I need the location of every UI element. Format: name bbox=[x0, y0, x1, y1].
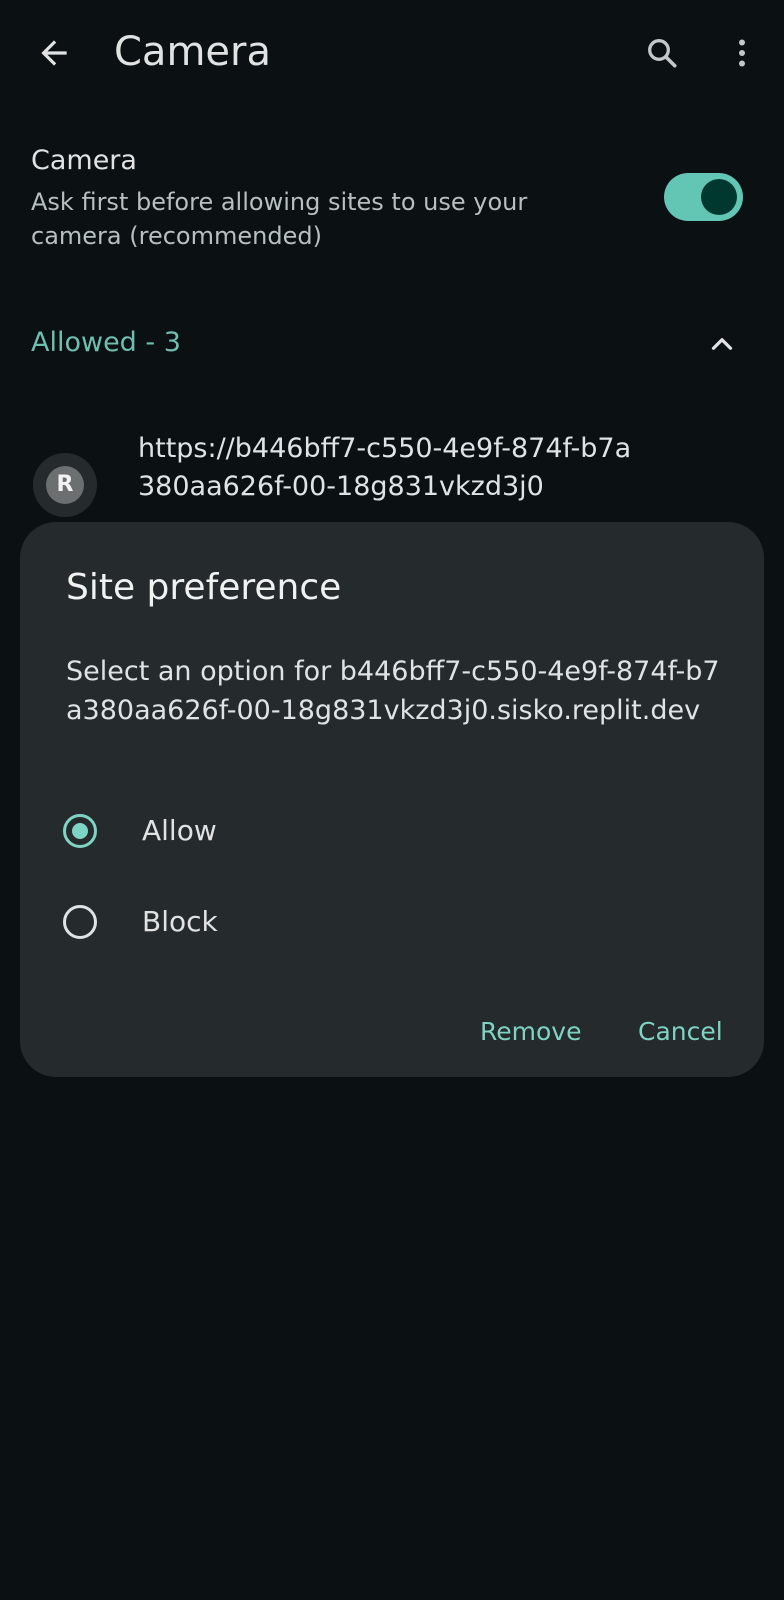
dialog-message: Select an option for b446bff7-c550-4e9f-… bbox=[66, 656, 720, 726]
search-button[interactable] bbox=[634, 25, 690, 81]
site-list-item[interactable]: R https://b446bff7-c550-4e9f-874f-b7a380… bbox=[0, 420, 784, 520]
site-url: https://b446bff7-c550-4e9f-874f-b7a380aa… bbox=[138, 433, 632, 502]
back-button[interactable] bbox=[26, 25, 82, 81]
more-options-button[interactable] bbox=[714, 25, 770, 81]
setting-title: Camera bbox=[31, 145, 137, 176]
remove-button[interactable]: Remove bbox=[466, 1004, 595, 1060]
allow-option[interactable]: Allow bbox=[20, 796, 764, 872]
dialog-actions: Remove Cancel bbox=[20, 1004, 764, 1064]
allow-option-label: Allow bbox=[142, 814, 217, 847]
cancel-button[interactable]: Cancel bbox=[624, 1004, 737, 1060]
chevron-up-icon bbox=[711, 338, 733, 350]
site-avatar-letter: R bbox=[46, 466, 84, 504]
toggle-thumb bbox=[701, 179, 737, 215]
block-option-label: Block bbox=[142, 905, 218, 938]
allowed-section-label: Allowed - 3 bbox=[31, 327, 181, 358]
allow-radio-button[interactable] bbox=[63, 814, 97, 848]
collapse-button[interactable] bbox=[698, 320, 746, 368]
site-favicon: R bbox=[33, 453, 97, 517]
allowed-section-header[interactable]: Allowed - 3 bbox=[0, 310, 784, 376]
camera-toggle-switch[interactable] bbox=[664, 173, 743, 221]
dialog-title: Site preference bbox=[66, 567, 342, 608]
site-preference-dialog: Site preference Select an option for b44… bbox=[20, 522, 764, 1077]
search-icon bbox=[648, 39, 677, 68]
camera-setting-row[interactable]: Camera Ask first before allowing sites t… bbox=[0, 128, 784, 268]
camera-settings-screen: Camera Camera Ask first before allowing … bbox=[0, 0, 784, 1600]
block-option[interactable]: Block bbox=[20, 887, 764, 963]
more-vert-icon bbox=[739, 39, 745, 67]
setting-summary: Ask first before allowing sites to use y… bbox=[31, 188, 528, 250]
page-title: Camera bbox=[114, 29, 271, 75]
arrow-back-icon bbox=[41, 40, 67, 66]
app-bar: Camera bbox=[0, 0, 784, 108]
block-radio-button[interactable] bbox=[63, 905, 97, 939]
